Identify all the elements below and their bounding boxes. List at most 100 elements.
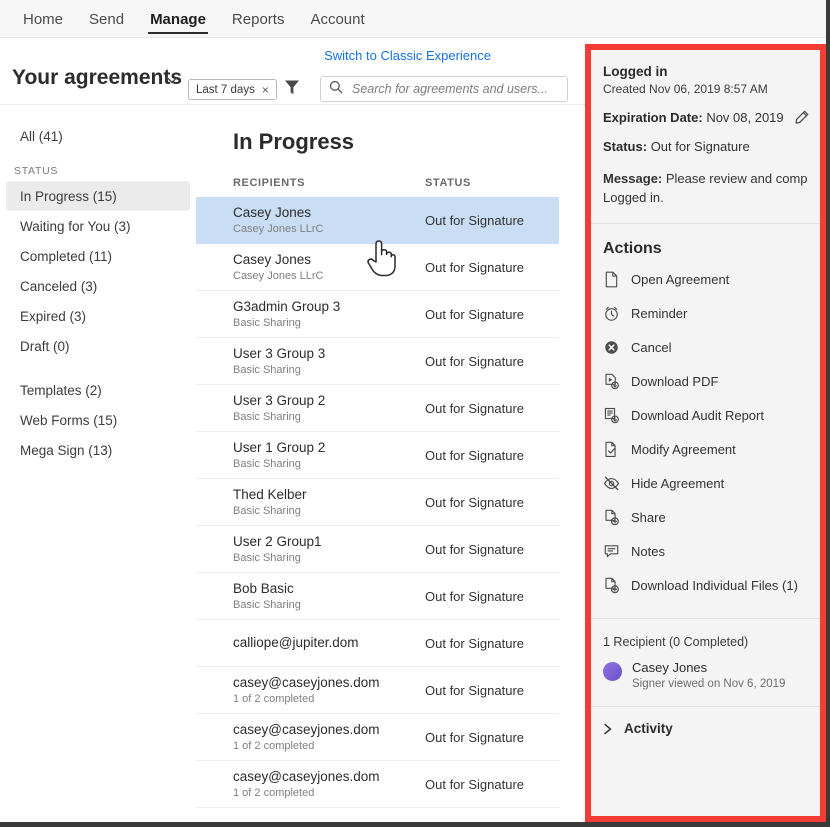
close-icon[interactable]: × bbox=[262, 83, 269, 97]
sidebar: All (41) STATUS In Progress (15) Waiting… bbox=[0, 105, 196, 827]
sidebar-item-in-progress[interactable]: In Progress (15) bbox=[6, 181, 190, 211]
status-label: Status: bbox=[603, 139, 647, 154]
table-row[interactable]: User 2 Group1Basic SharingOut for Signat… bbox=[196, 526, 559, 573]
nav-item-manage[interactable]: Manage bbox=[137, 0, 219, 38]
row-status: Out for Signature bbox=[425, 636, 524, 651]
action-hide-agreement[interactable]: Hide Agreement bbox=[603, 466, 808, 500]
column-header-recipients: RECIPIENTS bbox=[233, 177, 425, 189]
recipient-name: Casey Jones bbox=[233, 252, 425, 268]
recipient-subtext: 1 of 2 completed bbox=[233, 739, 425, 753]
action-label: Download PDF bbox=[631, 374, 718, 389]
sidebar-item-templates[interactable]: Templates (2) bbox=[6, 375, 190, 405]
recipient-name: Thed Kelber bbox=[233, 487, 425, 503]
table-row[interactable]: Bob BasicBasic SharingOut for Signature bbox=[196, 573, 559, 620]
action-label: Modify Agreement bbox=[631, 442, 736, 457]
action-modify-agreement[interactable]: Modify Agreement bbox=[603, 432, 808, 466]
row-status: Out for Signature bbox=[425, 213, 524, 228]
share-document-icon bbox=[603, 509, 620, 526]
action-label: Download Individual Files (1) bbox=[631, 578, 798, 593]
row-recipient: G3admin Group 3Basic Sharing bbox=[233, 299, 425, 330]
search-input[interactable] bbox=[350, 81, 559, 97]
table-row[interactable]: G3admin Group 3Basic SharingOut for Sign… bbox=[196, 291, 559, 338]
table-row[interactable]: casey@caseyjones.dom1 of 2 completedOut … bbox=[196, 667, 559, 714]
sidebar-item-waiting-for-you[interactable]: Waiting for You (3) bbox=[6, 211, 190, 241]
action-label: Download Audit Report bbox=[631, 408, 764, 423]
pencil-edit-icon[interactable] bbox=[795, 110, 809, 124]
recipient-item[interactable]: Casey Jones Signer viewed on Nov 6, 2019 bbox=[603, 649, 808, 706]
message-value: Please review and complete bbox=[666, 171, 808, 186]
table-row[interactable]: Casey JonesCasey Jones LLrCOut for Signa… bbox=[196, 244, 559, 291]
actions-heading: Actions bbox=[603, 224, 808, 262]
action-reminder[interactable]: Reminder bbox=[603, 296, 808, 330]
table-row[interactable]: Thed KelberBasic SharingOut for Signatur… bbox=[196, 479, 559, 526]
detail-summary-section: Logged in Created Nov 06, 2019 8:57 AM E… bbox=[591, 50, 820, 223]
sidebar-section-status-label: STATUS bbox=[0, 165, 196, 177]
action-notes[interactable]: Notes bbox=[603, 534, 808, 568]
sidebar-item-completed[interactable]: Completed (11) bbox=[6, 241, 190, 271]
table-row[interactable]: User 3 Group 2Basic SharingOut for Signa… bbox=[196, 385, 559, 432]
recipient-name: Casey Jones bbox=[632, 660, 785, 676]
row-status: Out for Signature bbox=[425, 589, 524, 604]
recipient-name: User 3 Group 2 bbox=[233, 393, 425, 409]
action-download-audit-report[interactable]: Download Audit Report bbox=[603, 398, 808, 432]
sidebar-item-expired[interactable]: Expired (3) bbox=[6, 301, 190, 331]
table-row[interactable]: User 3 Group 3Basic SharingOut for Signa… bbox=[196, 338, 559, 385]
action-label: Notes bbox=[631, 544, 665, 559]
nav-item-home[interactable]: Home bbox=[10, 0, 76, 38]
sidebar-item-all[interactable]: All (41) bbox=[6, 121, 190, 151]
action-cancel[interactable]: Cancel bbox=[603, 330, 808, 364]
filter-icon[interactable] bbox=[284, 79, 300, 96]
status-value: Out for Signature bbox=[651, 139, 750, 154]
row-recipient: Casey JonesCasey Jones LLrC bbox=[233, 205, 425, 236]
row-recipient: Bob BasicBasic Sharing bbox=[233, 581, 425, 612]
activity-label: Activity bbox=[624, 721, 673, 736]
sidebar-item-web-forms[interactable]: Web Forms (15) bbox=[6, 405, 190, 435]
switch-to-classic-link[interactable]: Switch to Classic Experience bbox=[324, 48, 491, 63]
table-row[interactable]: calliope@jupiter.domOut for Signature bbox=[196, 620, 559, 667]
row-status: Out for Signature bbox=[425, 354, 524, 369]
chevron-down-icon[interactable] bbox=[166, 74, 177, 85]
row-status: Out for Signature bbox=[425, 777, 524, 792]
nav-item-send[interactable]: Send bbox=[76, 0, 137, 38]
recipient-subtext: Basic Sharing bbox=[233, 363, 425, 377]
recipient-name: User 2 Group1 bbox=[233, 534, 425, 550]
action-label: Cancel bbox=[631, 340, 671, 355]
recipient-name: casey@caseyjones.dom bbox=[233, 769, 425, 785]
date-filter-pill[interactable]: Last 7 days × bbox=[188, 79, 277, 100]
recipient-name: casey@caseyjones.dom bbox=[233, 722, 425, 738]
nav-item-account[interactable]: Account bbox=[297, 0, 377, 38]
activity-section: Activity bbox=[591, 707, 820, 750]
search-box[interactable] bbox=[320, 76, 568, 102]
activity-toggle[interactable]: Activity bbox=[603, 707, 808, 750]
action-share[interactable]: Share bbox=[603, 500, 808, 534]
sidebar-item-mega-sign[interactable]: Mega Sign (13) bbox=[6, 435, 190, 465]
action-open-agreement[interactable]: Open Agreement bbox=[603, 262, 808, 296]
row-recipient: User 3 Group 3Basic Sharing bbox=[233, 346, 425, 377]
nav-item-reports[interactable]: Reports bbox=[219, 0, 298, 38]
table-row[interactable]: User 1 Group 2Basic SharingOut for Signa… bbox=[196, 432, 559, 479]
recipient-name: calliope@jupiter.dom bbox=[233, 635, 425, 651]
table-row[interactable]: casey@caseyjones.dom1 of 2 completedOut … bbox=[196, 761, 559, 808]
expiration-date-label: Expiration Date: bbox=[603, 110, 703, 125]
recipient-subtext: Basic Sharing bbox=[233, 598, 425, 612]
recipient-subtext: Casey Jones LLrC bbox=[233, 269, 425, 283]
row-recipient: User 3 Group 2Basic Sharing bbox=[233, 393, 425, 424]
table-row[interactable]: casey@caseyjones.dom1 of 2 completedOut … bbox=[196, 714, 559, 761]
notes-icon bbox=[603, 543, 620, 560]
alarm-clock-icon bbox=[603, 305, 620, 322]
recipient-name: Bob Basic bbox=[233, 581, 425, 597]
row-recipient: casey@caseyjones.dom1 of 2 completed bbox=[233, 675, 425, 706]
action-download-pdf[interactable]: Download PDF bbox=[603, 364, 808, 398]
table-row[interactable]: Casey JonesCasey Jones LLrCOut for Signa… bbox=[196, 197, 559, 244]
expiration-date-value: Nov 08, 2019 bbox=[706, 110, 783, 125]
sidebar-item-canceled[interactable]: Canceled (3) bbox=[6, 271, 190, 301]
recipients-section: 1 Recipient (0 Completed) Casey Jones Si… bbox=[591, 619, 820, 706]
sidebar-item-draft[interactable]: Draft (0) bbox=[6, 331, 190, 361]
row-status: Out for Signature bbox=[425, 401, 524, 416]
chevron-right-icon bbox=[603, 723, 613, 735]
action-download-individual-files-1[interactable]: Download Individual Files (1) bbox=[603, 568, 808, 602]
recipient-name: User 1 Group 2 bbox=[233, 440, 425, 456]
row-recipient: Thed KelberBasic Sharing bbox=[233, 487, 425, 518]
recipient-count: 1 Recipient (0 Completed) bbox=[603, 619, 808, 649]
application-window: Home Send Manage Reports Account Switch … bbox=[0, 0, 830, 827]
